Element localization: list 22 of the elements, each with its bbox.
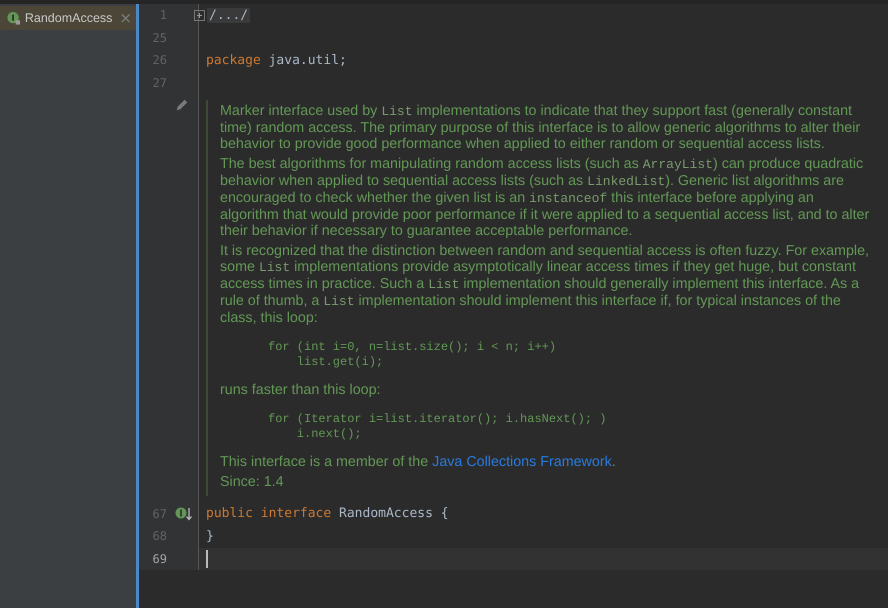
expand-icon[interactable]	[194, 10, 205, 21]
code-example-line: for (Iterator i=list.iterator(); i.hasNext(); )	[268, 412, 608, 428]
interface-icon	[7, 10, 21, 26]
file-tab[interactable]: RandomAccess ×	[0, 6, 136, 30]
folded-code[interactable]: /.../	[207, 8, 250, 23]
doc-paragraph: Since: 1.4	[220, 474, 285, 490]
doc-paragraph: It is recognized that the distinction between random and sequential access is often fuzzy. For example, some List implementations provide asymptotically linear access times if they get huge, but constant access times in practice. Such a List implementation should generally implement this interface. As a rule of thumb, a List implementation should implement this interface if, for typical instances of the class, this loop:	[220, 243, 870, 326]
code-example-line: list.get(i);	[296, 355, 384, 370]
code-example-line: i.next();	[296, 427, 363, 442]
code-example-line: for (int i=0, n=list.size(); i < n; i++)	[268, 340, 558, 356]
doc-link[interactable]: Java Collections Framework	[432, 454, 612, 470]
pencil-icon[interactable]	[175, 98, 189, 112]
code-line: public interface RandomAccess {	[206, 506, 449, 522]
doc-paragraph: runs faster than this loop:	[220, 382, 382, 398]
doc-paragraph: This interface is a member of the Java Collections Framework.	[220, 454, 617, 470]
line-number: 69	[152, 552, 167, 566]
code-line: }	[206, 528, 214, 544]
doc-paragraph: The best algorithms for manipulating random access lists (such as ArrayList) can produce quadratic behavior when applied to sequential access lists (such as LinkedList). Generic list algorithms are encouraged to check whether the given list is an instanceof this interface before applying an algorithm that would provide poor performance if it were applied to a sequential access list, and to alter their behavior if necessary to guarantee acceptable performance.	[220, 156, 870, 240]
code-line: package java.util;	[206, 52, 347, 68]
text-cursor	[206, 550, 208, 568]
doc-paragraph: Marker interface used by List implementations to indicate that they support fast (generally constant time) random access. The primary purpose of this interface is to allow generic algorithms to alter their behavior to provide good performance when applied to either random or sequential access lists.	[220, 103, 862, 152]
implemented-icon[interactable]	[175, 506, 193, 522]
